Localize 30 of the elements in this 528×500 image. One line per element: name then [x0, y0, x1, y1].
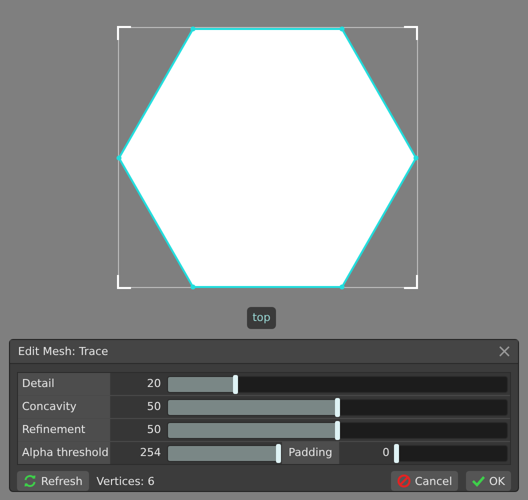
field-value[interactable]: 254 — [111, 442, 167, 464]
field-label: Alpha threshold — [18, 442, 111, 464]
field-value[interactable]: 0 — [340, 442, 396, 464]
field-label: Detail — [18, 373, 111, 395]
slider-track[interactable] — [167, 422, 508, 438]
slider-thumb[interactable] — [334, 420, 340, 440]
field-value[interactable]: 50 — [111, 396, 167, 418]
field-value[interactable]: 50 — [111, 419, 167, 441]
field-label: Refinement — [18, 419, 111, 441]
anchor-label: top — [247, 307, 276, 329]
slider-thumb[interactable] — [276, 444, 280, 462]
checkmark-icon — [472, 475, 486, 487]
field-label: Padding — [282, 442, 340, 464]
field-label: Concavity — [18, 396, 111, 418]
slider-track[interactable] — [167, 398, 508, 416]
slider-thumb[interactable] — [232, 374, 238, 394]
cancel-button[interactable]: Cancel — [390, 471, 458, 491]
slider-thumb[interactable] — [334, 398, 340, 416]
vertex-count: Vertices: 6 — [96, 474, 155, 488]
hexagon-mesh-drawing[interactable] — [116, 26, 418, 290]
field-value[interactable]: 20 — [111, 373, 167, 395]
slider-track[interactable] — [396, 444, 508, 462]
prohibited-icon — [396, 474, 411, 488]
slider-track[interactable] — [167, 376, 508, 392]
slider-fill — [168, 376, 236, 392]
ok-button[interactable]: OK — [466, 471, 511, 491]
refresh-icon — [23, 474, 37, 488]
refresh-button[interactable]: Refresh — [17, 471, 89, 491]
slider-thumb[interactable] — [394, 444, 398, 462]
dialog-title: Edit Mesh: Trace — [18, 345, 108, 358]
